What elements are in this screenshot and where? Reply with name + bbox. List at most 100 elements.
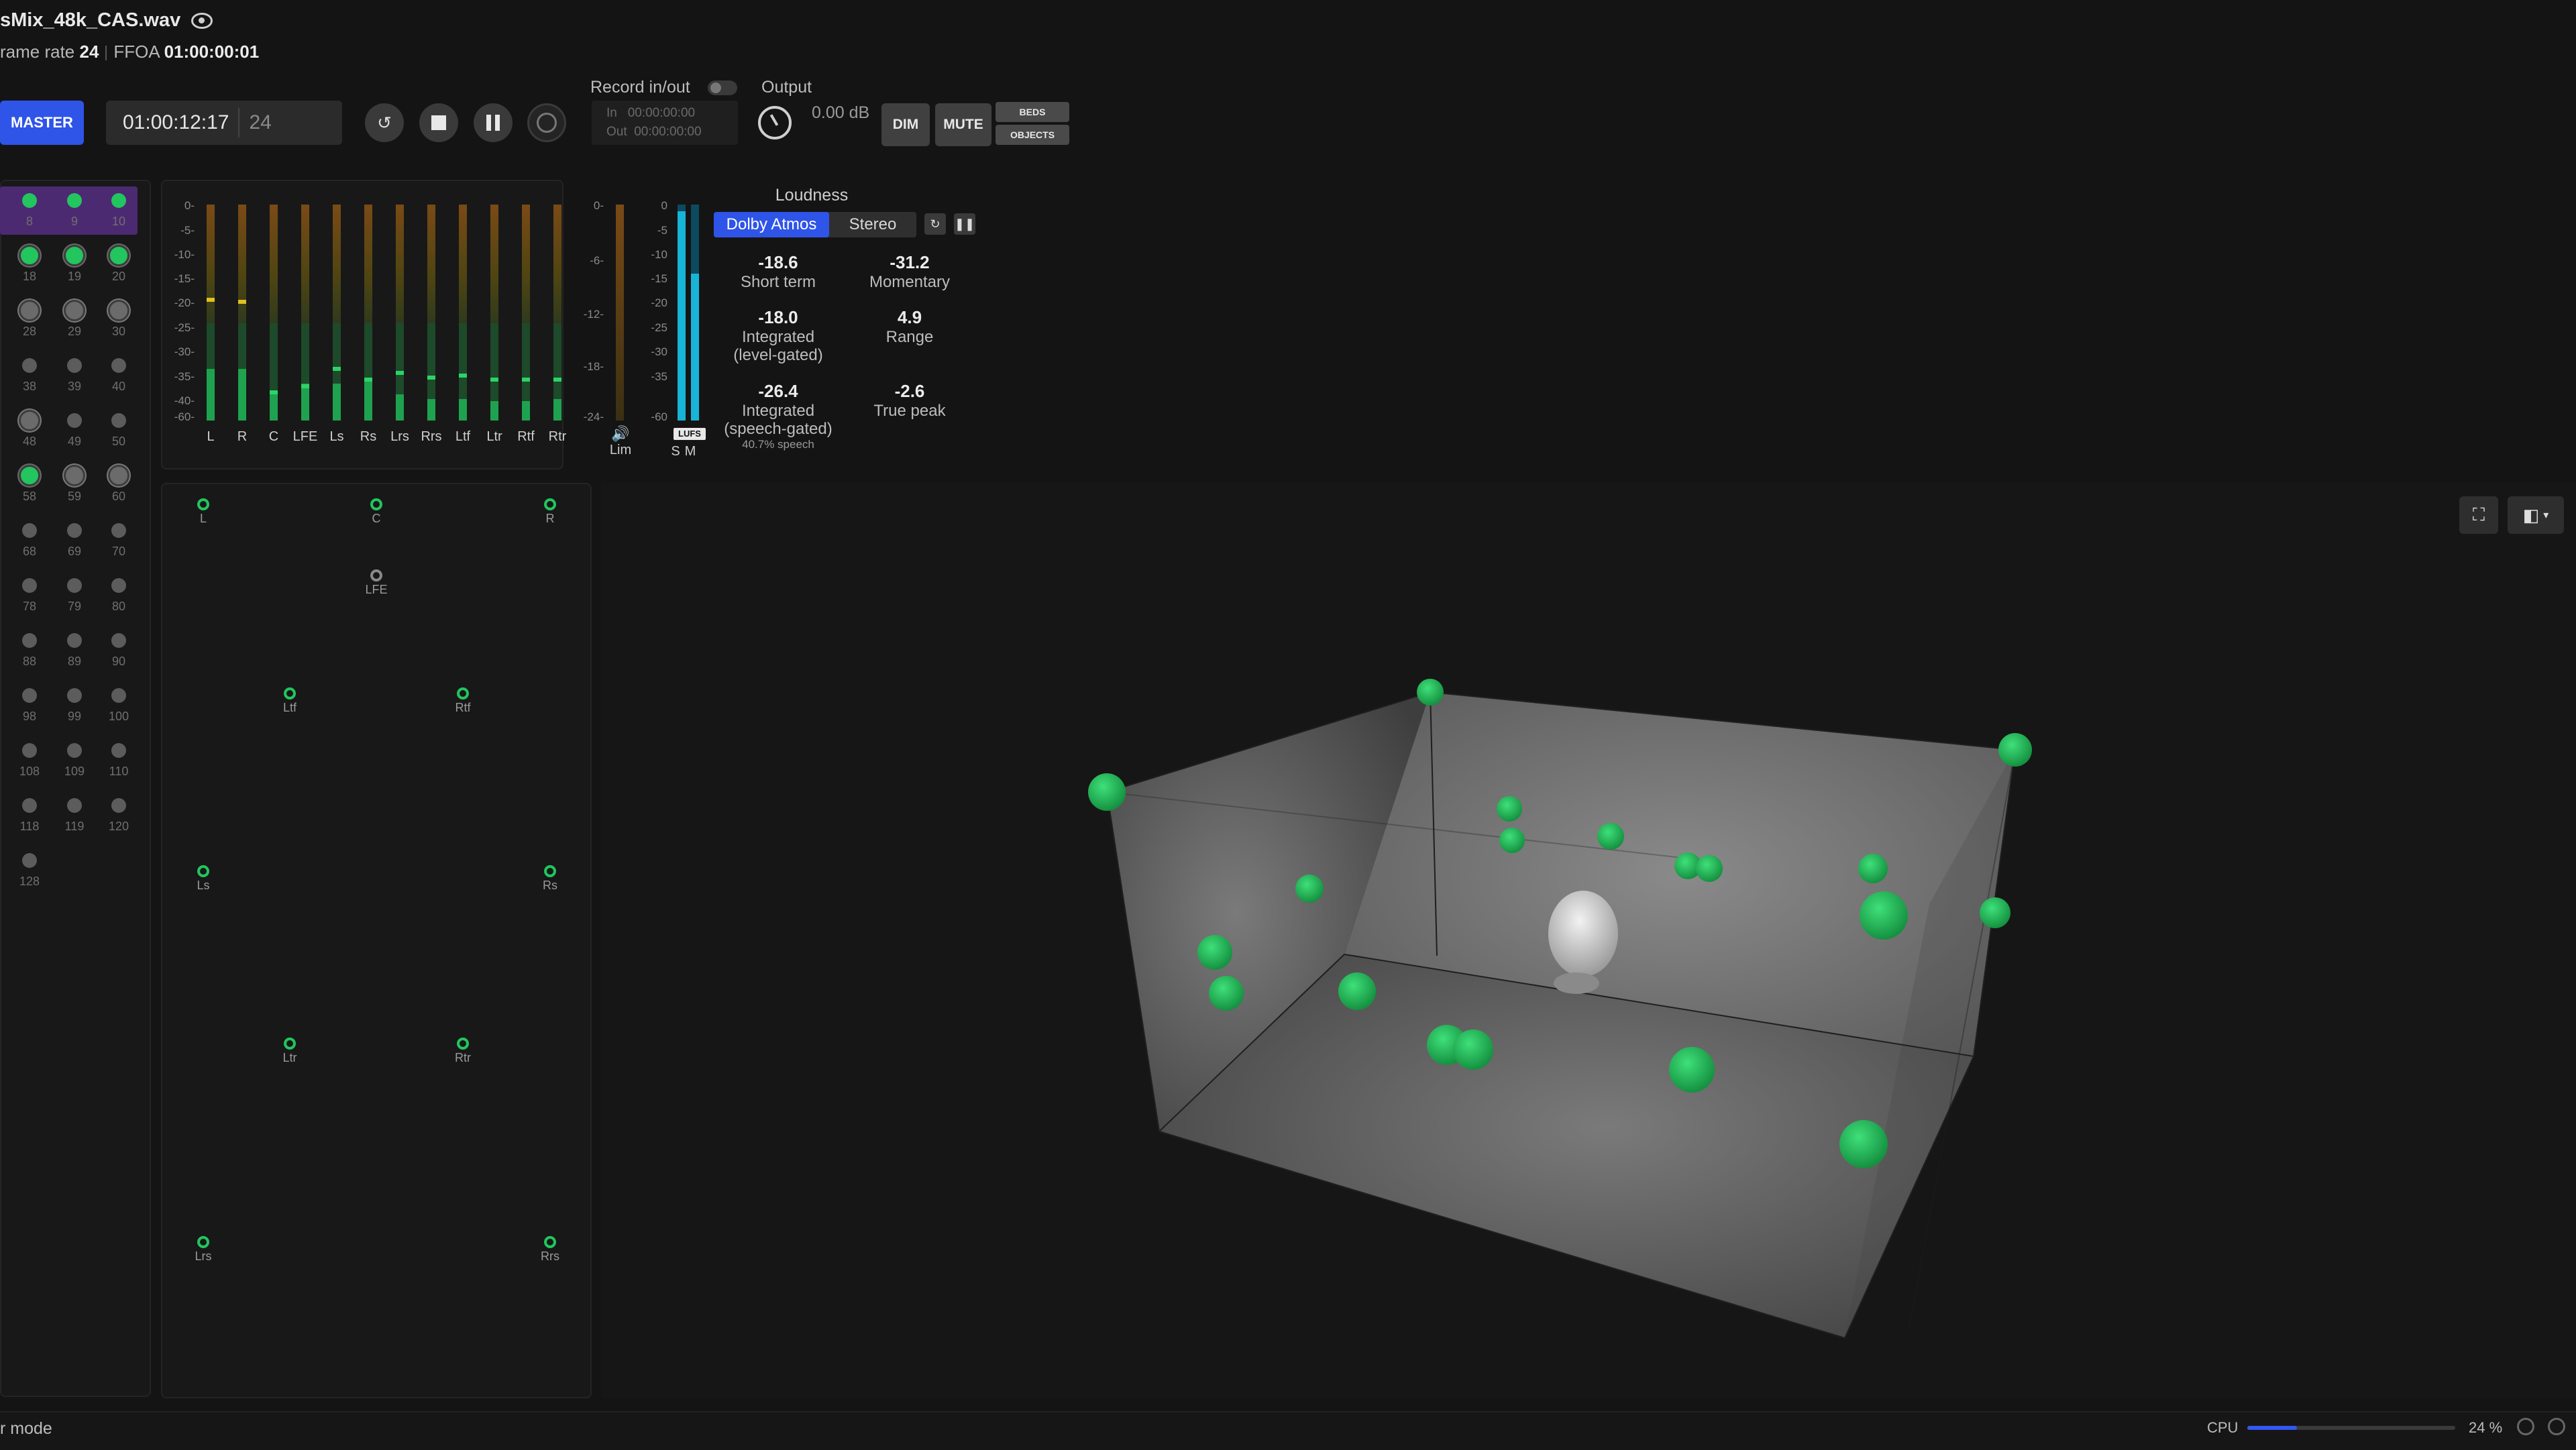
room-3d-view[interactable] <box>601 483 2576 1398</box>
channel-cell[interactable]: 40 <box>99 353 140 393</box>
channel-cell[interactable]: 98 <box>10 683 50 723</box>
channel-cell[interactable]: 99 <box>55 683 95 723</box>
object-sphere[interactable] <box>1453 1029 1493 1070</box>
channel-cell[interactable]: 50 <box>99 408 140 448</box>
object-sphere[interactable] <box>1197 935 1232 970</box>
channel-cell[interactable]: 78 <box>10 573 50 613</box>
channel-indicator <box>67 688 82 703</box>
channel-number: 68 <box>22 545 37 558</box>
object-sphere[interactable] <box>1338 972 1376 1010</box>
master-button[interactable]: MASTER <box>0 101 84 145</box>
speaker-rtf[interactable] <box>457 687 469 700</box>
tab-stereo[interactable]: Stereo <box>829 212 916 237</box>
menu-icon[interactable] <box>2548 1418 2565 1435</box>
channel-number: 20 <box>111 270 126 283</box>
object-sphere[interactable] <box>1209 976 1244 1011</box>
out-value[interactable]: 00:00:00:00 <box>634 125 701 139</box>
channel-cell[interactable]: 18 <box>10 243 50 283</box>
channel-cell[interactable]: 60 <box>99 463 140 503</box>
speaker-rtr[interactable] <box>457 1038 469 1050</box>
channel-cell[interactable]: 68 <box>10 518 50 558</box>
stop-button[interactable] <box>419 103 458 142</box>
view-cube-dropdown[interactable]: ◧ ▾ <box>2508 496 2564 534</box>
object-sphere[interactable] <box>1597 823 1624 850</box>
beds-button[interactable]: BEDS <box>996 102 1069 122</box>
pause-button[interactable] <box>474 103 513 142</box>
object-sphere[interactable] <box>1998 733 2032 767</box>
speaker-ls[interactable] <box>197 865 209 877</box>
object-sphere[interactable] <box>1696 855 1723 882</box>
channel-indicator <box>67 193 82 208</box>
objects-button[interactable]: OBJECTS <box>996 125 1069 145</box>
speaker-rs[interactable] <box>544 865 556 877</box>
mute-button[interactable]: MUTE <box>935 103 991 146</box>
object-sphere[interactable] <box>1839 1120 1888 1168</box>
in-value[interactable]: 00:00:00:00 <box>628 106 695 120</box>
speaker-lfe[interactable] <box>370 569 382 581</box>
speaker-icon[interactable]: 🔊 <box>605 425 636 443</box>
object-sphere[interactable] <box>1499 828 1525 853</box>
speaker-r[interactable] <box>544 498 556 510</box>
timecode-display[interactable]: 01:00:12:17 24 <box>106 101 342 145</box>
object-sphere[interactable] <box>1858 854 1888 883</box>
record-button[interactable] <box>527 103 566 142</box>
integrated-level-value: -18.0 <box>758 307 798 327</box>
channel-cell[interactable]: 118 <box>10 793 50 833</box>
history-button[interactable]: ↺ <box>365 103 404 142</box>
channel-cell[interactable]: 90 <box>99 628 140 668</box>
channel-cell[interactable]: 100 <box>99 683 140 723</box>
channel-cell[interactable]: 70 <box>99 518 140 558</box>
channel-indicator <box>111 523 126 538</box>
channel-cell[interactable]: 128 <box>10 848 50 888</box>
channel-cell[interactable]: 28 <box>10 298 50 338</box>
channel-cell[interactable]: 29 <box>55 298 95 338</box>
object-sphere[interactable] <box>1669 1047 1715 1093</box>
channel-cell[interactable]: 19 <box>55 243 95 283</box>
channel-cell[interactable]: 109 <box>55 738 95 778</box>
channel-cell[interactable]: 39 <box>55 353 95 393</box>
output-gain-knob[interactable] <box>758 106 792 140</box>
record-inout-toggle[interactable] <box>708 80 737 95</box>
object-sphere[interactable] <box>1417 679 1444 706</box>
settings-icon[interactable] <box>2517 1418 2534 1435</box>
channel-cell[interactable]: 89 <box>55 628 95 668</box>
channel-cell[interactable]: 30 <box>99 298 140 338</box>
object-sphere[interactable] <box>1980 897 2010 928</box>
object-sphere[interactable] <box>1497 796 1522 822</box>
speaker-rrs[interactable] <box>544 1236 556 1248</box>
channel-cell[interactable]: 10 <box>99 188 140 228</box>
channel-cell[interactable]: 20 <box>99 243 140 283</box>
channel-number: 90 <box>111 655 126 668</box>
channel-cell[interactable]: 59 <box>55 463 95 503</box>
channel-cell[interactable]: 80 <box>99 573 140 613</box>
channel-cell[interactable]: 8 <box>10 188 50 228</box>
speaker-ltr[interactable] <box>284 1038 296 1050</box>
channel-cell[interactable]: 9 <box>55 188 95 228</box>
dim-button[interactable]: DIM <box>881 103 930 146</box>
channel-cell[interactable]: 110 <box>99 738 140 778</box>
speaker-ltf[interactable] <box>284 687 296 700</box>
object-sphere[interactable] <box>1295 875 1324 903</box>
meters-panel <box>161 180 564 469</box>
pause-loudness-button[interactable]: ❚❚ <box>954 213 975 235</box>
channel-cell[interactable]: 120 <box>99 793 140 833</box>
channel-cell[interactable]: 79 <box>55 573 95 613</box>
reset-loudness-button[interactable]: ↻ <box>924 213 946 235</box>
eye-icon[interactable] <box>191 13 213 30</box>
channel-cell[interactable]: 108 <box>10 738 50 778</box>
speaker-c[interactable] <box>370 498 382 510</box>
speaker-lrs[interactable] <box>197 1236 209 1248</box>
channel-cell[interactable]: 48 <box>10 408 50 448</box>
range-label: Range <box>885 328 934 346</box>
channel-cell[interactable]: 88 <box>10 628 50 668</box>
tab-dolby-atmos[interactable]: Dolby Atmos <box>714 212 829 237</box>
channel-cell[interactable]: 49 <box>55 408 95 448</box>
channel-cell[interactable]: 58 <box>10 463 50 503</box>
fullscreen-button[interactable]: ⛶ <box>2459 496 2498 534</box>
channel-cell[interactable]: 69 <box>55 518 95 558</box>
object-sphere[interactable] <box>1860 891 1908 940</box>
channel-cell[interactable]: 119 <box>55 793 95 833</box>
channel-cell[interactable]: 38 <box>10 353 50 393</box>
object-sphere[interactable] <box>1088 773 1126 811</box>
speaker-l[interactable] <box>197 498 209 510</box>
